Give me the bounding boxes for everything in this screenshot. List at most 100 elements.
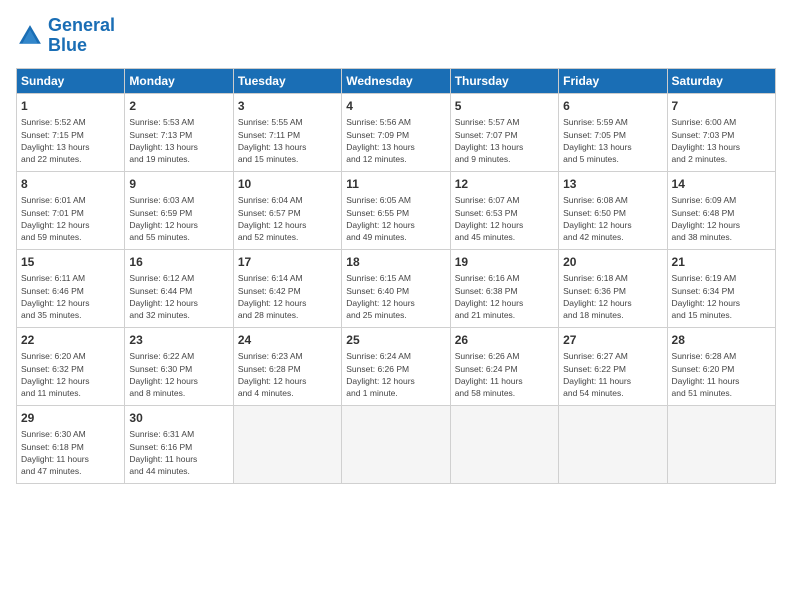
day-number: 27 [563,332,662,349]
col-sunday: Sunday [17,68,125,93]
day-number: 24 [238,332,337,349]
day-number: 30 [129,410,228,427]
calendar-week-row: 8Sunrise: 6:01 AM Sunset: 7:01 PM Daylig… [17,171,776,249]
logo: General Blue [16,16,115,56]
day-number: 26 [455,332,554,349]
day-number: 22 [21,332,120,349]
day-info: Sunrise: 6:09 AM Sunset: 6:48 PM Dayligh… [672,194,771,243]
calendar-header-row: Sunday Monday Tuesday Wednesday Thursday… [17,68,776,93]
day-info: Sunrise: 6:31 AM Sunset: 6:16 PM Dayligh… [129,428,228,477]
day-info: Sunrise: 6:14 AM Sunset: 6:42 PM Dayligh… [238,272,337,321]
calendar-week-row: 1Sunrise: 5:52 AM Sunset: 7:15 PM Daylig… [17,93,776,171]
day-info: Sunrise: 6:01 AM Sunset: 7:01 PM Dayligh… [21,194,120,243]
day-info: Sunrise: 6:27 AM Sunset: 6:22 PM Dayligh… [563,350,662,399]
table-row: 28Sunrise: 6:28 AM Sunset: 6:20 PM Dayli… [667,327,775,405]
day-info: Sunrise: 6:07 AM Sunset: 6:53 PM Dayligh… [455,194,554,243]
table-row: 27Sunrise: 6:27 AM Sunset: 6:22 PM Dayli… [559,327,667,405]
day-number: 2 [129,98,228,115]
day-number: 23 [129,332,228,349]
day-info: Sunrise: 6:03 AM Sunset: 6:59 PM Dayligh… [129,194,228,243]
table-row: 22Sunrise: 6:20 AM Sunset: 6:32 PM Dayli… [17,327,125,405]
table-row: 19Sunrise: 6:16 AM Sunset: 6:38 PM Dayli… [450,249,558,327]
table-row: 21Sunrise: 6:19 AM Sunset: 6:34 PM Dayli… [667,249,775,327]
table-row: 11Sunrise: 6:05 AM Sunset: 6:55 PM Dayli… [342,171,450,249]
table-row: 18Sunrise: 6:15 AM Sunset: 6:40 PM Dayli… [342,249,450,327]
day-number: 18 [346,254,445,271]
table-row: 6Sunrise: 5:59 AM Sunset: 7:05 PM Daylig… [559,93,667,171]
col-friday: Friday [559,68,667,93]
table-row: 26Sunrise: 6:26 AM Sunset: 6:24 PM Dayli… [450,327,558,405]
day-number: 29 [21,410,120,427]
day-info: Sunrise: 6:04 AM Sunset: 6:57 PM Dayligh… [238,194,337,243]
day-info: Sunrise: 6:12 AM Sunset: 6:44 PM Dayligh… [129,272,228,321]
day-number: 25 [346,332,445,349]
col-saturday: Saturday [667,68,775,93]
day-number: 13 [563,176,662,193]
table-row: 16Sunrise: 6:12 AM Sunset: 6:44 PM Dayli… [125,249,233,327]
table-row: 5Sunrise: 5:57 AM Sunset: 7:07 PM Daylig… [450,93,558,171]
day-info: Sunrise: 6:16 AM Sunset: 6:38 PM Dayligh… [455,272,554,321]
day-number: 9 [129,176,228,193]
header: General Blue [16,16,776,56]
calendar-week-row: 15Sunrise: 6:11 AM Sunset: 6:46 PM Dayli… [17,249,776,327]
page: General Blue Sunday Monday Tuesday Wedne… [0,0,792,612]
day-number: 7 [672,98,771,115]
table-row: 10Sunrise: 6:04 AM Sunset: 6:57 PM Dayli… [233,171,341,249]
day-info: Sunrise: 6:11 AM Sunset: 6:46 PM Dayligh… [21,272,120,321]
table-row [667,405,775,483]
day-info: Sunrise: 6:24 AM Sunset: 6:26 PM Dayligh… [346,350,445,399]
day-info: Sunrise: 6:22 AM Sunset: 6:30 PM Dayligh… [129,350,228,399]
day-info: Sunrise: 5:56 AM Sunset: 7:09 PM Dayligh… [346,116,445,165]
day-number: 17 [238,254,337,271]
calendar-week-row: 22Sunrise: 6:20 AM Sunset: 6:32 PM Dayli… [17,327,776,405]
table-row: 1Sunrise: 5:52 AM Sunset: 7:15 PM Daylig… [17,93,125,171]
table-row: 9Sunrise: 6:03 AM Sunset: 6:59 PM Daylig… [125,171,233,249]
day-info: Sunrise: 6:28 AM Sunset: 6:20 PM Dayligh… [672,350,771,399]
logo-general: General [48,15,115,35]
calendar-week-row: 29Sunrise: 6:30 AM Sunset: 6:18 PM Dayli… [17,405,776,483]
day-number: 21 [672,254,771,271]
day-info: Sunrise: 5:52 AM Sunset: 7:15 PM Dayligh… [21,116,120,165]
day-number: 14 [672,176,771,193]
logo-blue: Blue [48,35,87,55]
table-row: 30Sunrise: 6:31 AM Sunset: 6:16 PM Dayli… [125,405,233,483]
day-info: Sunrise: 6:26 AM Sunset: 6:24 PM Dayligh… [455,350,554,399]
table-row: 15Sunrise: 6:11 AM Sunset: 6:46 PM Dayli… [17,249,125,327]
day-number: 20 [563,254,662,271]
table-row: 17Sunrise: 6:14 AM Sunset: 6:42 PM Dayli… [233,249,341,327]
table-row: 3Sunrise: 5:55 AM Sunset: 7:11 PM Daylig… [233,93,341,171]
table-row: 29Sunrise: 6:30 AM Sunset: 6:18 PM Dayli… [17,405,125,483]
table-row: 25Sunrise: 6:24 AM Sunset: 6:26 PM Dayli… [342,327,450,405]
table-row: 24Sunrise: 6:23 AM Sunset: 6:28 PM Dayli… [233,327,341,405]
day-info: Sunrise: 6:20 AM Sunset: 6:32 PM Dayligh… [21,350,120,399]
day-info: Sunrise: 6:15 AM Sunset: 6:40 PM Dayligh… [346,272,445,321]
day-number: 16 [129,254,228,271]
day-number: 19 [455,254,554,271]
col-thursday: Thursday [450,68,558,93]
table-row: 8Sunrise: 6:01 AM Sunset: 7:01 PM Daylig… [17,171,125,249]
col-monday: Monday [125,68,233,93]
table-row: 7Sunrise: 6:00 AM Sunset: 7:03 PM Daylig… [667,93,775,171]
table-row: 4Sunrise: 5:56 AM Sunset: 7:09 PM Daylig… [342,93,450,171]
table-row: 14Sunrise: 6:09 AM Sunset: 6:48 PM Dayli… [667,171,775,249]
calendar-table: Sunday Monday Tuesday Wednesday Thursday… [16,68,776,484]
table-row [233,405,341,483]
day-info: Sunrise: 5:53 AM Sunset: 7:13 PM Dayligh… [129,116,228,165]
day-number: 12 [455,176,554,193]
day-number: 6 [563,98,662,115]
day-info: Sunrise: 6:23 AM Sunset: 6:28 PM Dayligh… [238,350,337,399]
table-row [342,405,450,483]
day-number: 8 [21,176,120,193]
day-number: 11 [346,176,445,193]
day-number: 1 [21,98,120,115]
day-info: Sunrise: 6:00 AM Sunset: 7:03 PM Dayligh… [672,116,771,165]
day-info: Sunrise: 6:05 AM Sunset: 6:55 PM Dayligh… [346,194,445,243]
day-info: Sunrise: 6:30 AM Sunset: 6:18 PM Dayligh… [21,428,120,477]
day-info: Sunrise: 5:59 AM Sunset: 7:05 PM Dayligh… [563,116,662,165]
day-info: Sunrise: 6:19 AM Sunset: 6:34 PM Dayligh… [672,272,771,321]
table-row: 12Sunrise: 6:07 AM Sunset: 6:53 PM Dayli… [450,171,558,249]
logo-icon [16,22,44,50]
day-info: Sunrise: 5:55 AM Sunset: 7:11 PM Dayligh… [238,116,337,165]
table-row [559,405,667,483]
day-info: Sunrise: 5:57 AM Sunset: 7:07 PM Dayligh… [455,116,554,165]
